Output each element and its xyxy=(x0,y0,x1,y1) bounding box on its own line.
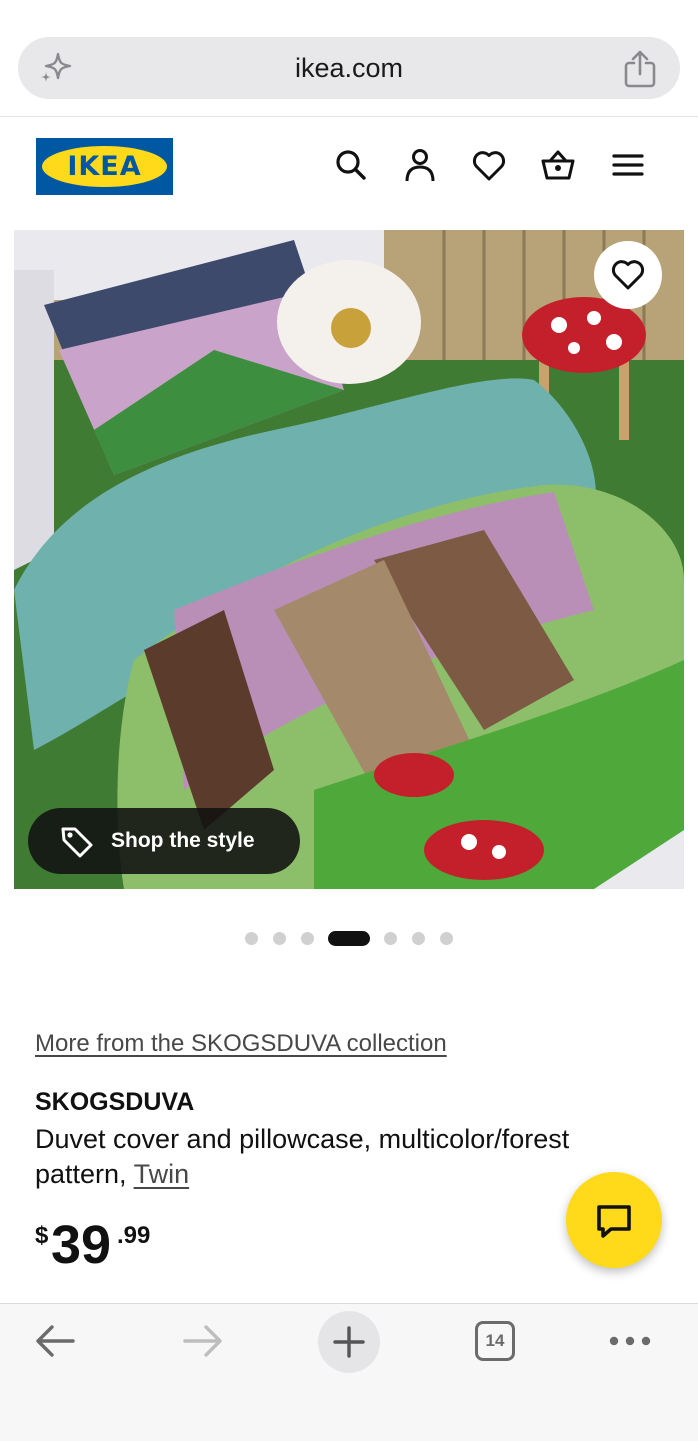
favorite-button[interactable] xyxy=(594,241,662,309)
product-description-text: Duvet cover and pillowcase, multicolor/f… xyxy=(35,1124,570,1189)
shop-the-style-button[interactable]: Shop the style xyxy=(28,808,300,874)
back-arrow-icon[interactable] xyxy=(34,1323,76,1359)
carousel-dot[interactable] xyxy=(412,932,425,945)
heart-icon xyxy=(612,260,644,290)
collection-link[interactable]: More from the SKOGSDUVA collection xyxy=(35,1030,447,1058)
size-variant-link[interactable]: Twin xyxy=(134,1159,190,1189)
shop-the-style-label: Shop the style xyxy=(111,829,255,852)
product-photo xyxy=(14,230,684,889)
account-icon[interactable] xyxy=(402,147,438,183)
tag-icon xyxy=(61,827,93,858)
chat-button[interactable] xyxy=(566,1172,662,1268)
new-tab-button[interactable] xyxy=(318,1311,380,1373)
carousel-dot[interactable] xyxy=(245,932,258,945)
sparkle-icon[interactable] xyxy=(38,50,74,86)
price-currency: $ xyxy=(35,1222,49,1249)
logo-text: IKEA xyxy=(67,151,142,182)
carousel-dot[interactable] xyxy=(273,932,286,945)
carousel-dot[interactable] xyxy=(440,932,453,945)
address-bar[interactable]: ikea.com xyxy=(18,37,680,99)
forward-arrow-icon[interactable] xyxy=(182,1323,224,1359)
carousel-indicator xyxy=(0,928,698,948)
heart-icon[interactable] xyxy=(471,147,507,183)
price-decimals: .99 xyxy=(117,1222,151,1249)
price-integer: 39 xyxy=(51,1215,112,1275)
carousel-dot-active[interactable] xyxy=(328,931,370,946)
share-icon[interactable] xyxy=(622,50,658,88)
search-icon[interactable] xyxy=(333,147,369,183)
plus-icon xyxy=(333,1326,365,1358)
carousel-dot[interactable] xyxy=(301,932,314,945)
tabs-button[interactable]: 14 xyxy=(475,1321,515,1361)
more-icon[interactable] xyxy=(608,1333,652,1349)
ikea-logo[interactable]: IKEA xyxy=(36,138,173,195)
carousel-dot[interactable] xyxy=(384,932,397,945)
product-description: Duvet cover and pillowcase, multicolor/f… xyxy=(35,1122,645,1192)
chat-icon xyxy=(597,1205,631,1238)
product-name: SKOGSDUVA xyxy=(35,1088,195,1116)
url-text[interactable]: ikea.com xyxy=(18,37,680,99)
menu-icon[interactable] xyxy=(610,147,646,183)
browser-address-area: ikea.com xyxy=(0,0,698,117)
product-image[interactable] xyxy=(14,230,684,889)
basket-icon[interactable] xyxy=(540,147,576,183)
